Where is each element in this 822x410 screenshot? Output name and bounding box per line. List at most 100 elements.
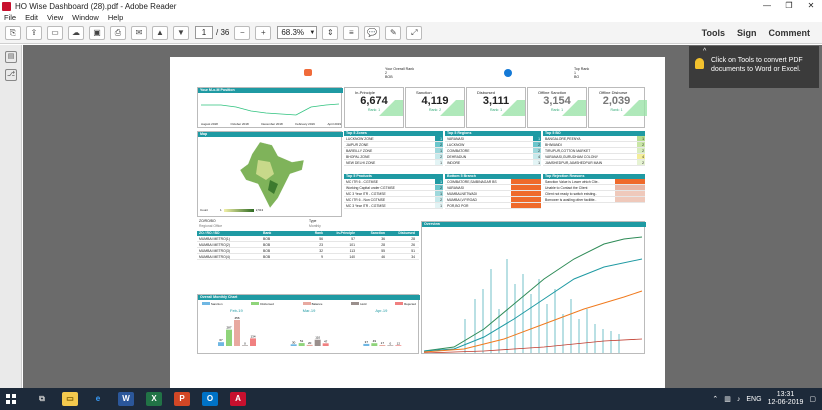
- cloud-icon[interactable]: ☁: [68, 25, 84, 40]
- row-name: COIMBATORE,SAIBINAGAR BS: [447, 180, 497, 184]
- pdf-page: Your Overall Rank 2 BOB Top Rank 1 BO Yo…: [170, 57, 665, 388]
- restore-button[interactable]: ❐: [778, 0, 800, 12]
- menu-file[interactable]: File: [4, 13, 16, 22]
- bar-balance[interactable]: [234, 320, 240, 346]
- mom-card: Your M-o-M Position August 2018 October …: [197, 87, 343, 128]
- menu-window[interactable]: Window: [72, 13, 99, 22]
- word-icon[interactable]: W: [118, 392, 134, 406]
- row-value: 2: [637, 160, 645, 165]
- pages-icon[interactable]: ▤: [5, 51, 17, 63]
- row-value: 4: [533, 154, 541, 159]
- table-row[interactable]: Borrower is availing other facilitie.. 2: [543, 197, 645, 203]
- filter-type[interactable]: Type Monthly: [309, 219, 321, 228]
- bar-hold[interactable]: [314, 339, 321, 346]
- attachment-icon[interactable]: ⎇: [5, 69, 17, 81]
- start-button[interactable]: [0, 388, 22, 410]
- cell: 32: [319, 249, 323, 253]
- bar-hold[interactable]: [387, 345, 394, 346]
- menu-view[interactable]: View: [47, 13, 63, 22]
- table-row[interactable]: JAMSHEDPUR,JAMSHEDPUR MAIN 2: [543, 160, 645, 166]
- tools-button[interactable]: Tools: [702, 28, 725, 38]
- menu-help[interactable]: Help: [108, 13, 123, 22]
- adobe-reader-taskbar-icon[interactable]: A: [230, 392, 246, 406]
- monthly-bar-chart[interactable]: Feb-19 67 287 456 0 134 Mar-19 30 51 20110 47 Apr-1…: [200, 308, 418, 353]
- kpi-offline-disburse[interactable]: Offline Disburse 2,039 Rank: 1: [588, 87, 647, 128]
- bar-rejected[interactable]: [250, 338, 256, 346]
- table-row[interactable]: POR,BO POR 1: [445, 203, 541, 209]
- bar-value-label: 287: [226, 326, 231, 330]
- file-explorer-icon[interactable]: ▭: [62, 392, 78, 406]
- volume-icon[interactable]: ♪: [737, 396, 741, 403]
- language-indicator[interactable]: ENG: [746, 396, 761, 403]
- bar-sanction[interactable]: [363, 343, 370, 346]
- excel-icon[interactable]: X: [146, 392, 162, 406]
- zoom-in-icon[interactable]: +: [255, 25, 272, 40]
- page-number-input[interactable]: 1: [195, 26, 213, 39]
- row-name: Borrower is availing other facilitie..: [545, 198, 597, 202]
- bar-sanction[interactable]: [218, 342, 224, 346]
- table-row[interactable]: MC 3 Year ITR - CGTMSE 1: [344, 203, 443, 209]
- table-row[interactable]: MUMBAI METRO(4) BOB 9 140 46 34: [197, 254, 419, 260]
- kpi-sanction[interactable]: Sanction 4,119 Rank: 2: [405, 87, 465, 128]
- collapse-icon[interactable]: ^: [703, 47, 706, 56]
- print-icon[interactable]: ⎙: [110, 25, 126, 40]
- bar-value-label: 0: [244, 341, 246, 345]
- overall-rank: Your Overall Rank 2 BOB: [385, 67, 414, 79]
- clock[interactable]: 13:31 12-06-2019: [768, 391, 804, 407]
- bar-rejected[interactable]: [395, 345, 402, 346]
- overview-chart[interactable]: [424, 229, 644, 353]
- highlight-icon[interactable]: ✎: [385, 25, 402, 40]
- fullscreen-icon[interactable]: ⤢: [406, 25, 423, 40]
- outlook-icon[interactable]: O: [202, 392, 218, 406]
- zoom-select[interactable]: 68.3% ▼: [277, 26, 318, 39]
- open-icon[interactable]: ▭: [47, 25, 63, 40]
- filter-zrb[interactable]: ZO/RO/BO Regional Office: [199, 219, 222, 228]
- row-value: 2: [637, 148, 645, 153]
- bar-disbursed[interactable]: [298, 343, 305, 346]
- bar-balance[interactable]: [379, 345, 386, 346]
- prev-page-icon[interactable]: ▲: [152, 25, 168, 40]
- scroll-mode-icon[interactable]: ≡: [343, 25, 360, 40]
- bar-balance[interactable]: [306, 344, 313, 346]
- overview-line-blue: [424, 258, 643, 352]
- comment-button[interactable]: Comment: [768, 28, 810, 38]
- bar-sanction[interactable]: [290, 344, 297, 346]
- close-button[interactable]: ✕: [800, 0, 822, 12]
- kpi-offline-sanction[interactable]: Offline Sanction 3,154 Rank: 1: [527, 87, 587, 128]
- table-row[interactable]: NEW DELHI ZONE 1: [344, 160, 443, 166]
- edge-icon[interactable]: e: [90, 392, 106, 406]
- table-row[interactable]: INDORE 1: [445, 160, 541, 166]
- menu-edit[interactable]: Edit: [25, 13, 38, 22]
- kpi-disbursed[interactable]: Disbursed 3,111 Rank: 1: [466, 87, 526, 128]
- bar-disbursed[interactable]: [226, 329, 232, 346]
- zoom-out-icon[interactable]: −: [234, 25, 251, 40]
- fit-page-icon[interactable]: ⇕: [322, 25, 339, 40]
- powerpoint-icon[interactable]: P: [174, 392, 190, 406]
- bar-hold[interactable]: [242, 345, 248, 346]
- india-map[interactable]: [230, 140, 310, 210]
- bar-value-label: 134: [250, 334, 255, 338]
- create-pdf-icon[interactable]: ⎘: [5, 25, 21, 40]
- comment-icon[interactable]: 💬: [364, 25, 381, 40]
- row-value: 1: [511, 191, 541, 196]
- map-legend-min: 1: [220, 208, 222, 212]
- email-icon[interactable]: ✉: [131, 25, 147, 40]
- bar-rejected[interactable]: [322, 343, 329, 346]
- top-rank-label: Top Rank: [574, 67, 590, 71]
- sign-button[interactable]: Sign: [737, 28, 757, 38]
- export-pdf-icon[interactable]: ⇪: [26, 25, 42, 40]
- toolbar: ⎘ ⇪ ▭ ☁ ▣ ⎙ ✉ ▲ ▼ 1 / 36 − + 68.3% ▼ ⇕ ≡ …: [0, 22, 822, 44]
- next-page-icon[interactable]: ▼: [173, 25, 189, 40]
- windows-logo-icon: [6, 394, 16, 404]
- document-area[interactable]: Your Overall Rank 2 BOB Top Rank 1 BO Yo…: [23, 45, 822, 388]
- tools-tooltip[interactable]: ^ Click on Tools to convert PDF document…: [689, 46, 819, 88]
- month-label: Feb-19: [230, 308, 243, 313]
- save-icon[interactable]: ▣: [89, 25, 105, 40]
- minimize-button[interactable]: —: [756, 0, 778, 12]
- network-icon[interactable]: ▥: [724, 395, 731, 403]
- task-view-icon[interactable]: ⧉: [34, 392, 50, 406]
- notifications-icon[interactable]: ▢: [809, 395, 816, 403]
- bar-disbursed[interactable]: [371, 343, 378, 346]
- tray-chevron-icon[interactable]: ⌃: [712, 395, 718, 403]
- kpi-inprinciple[interactable]: In-Principle 6,674 Rank: 1: [344, 87, 404, 128]
